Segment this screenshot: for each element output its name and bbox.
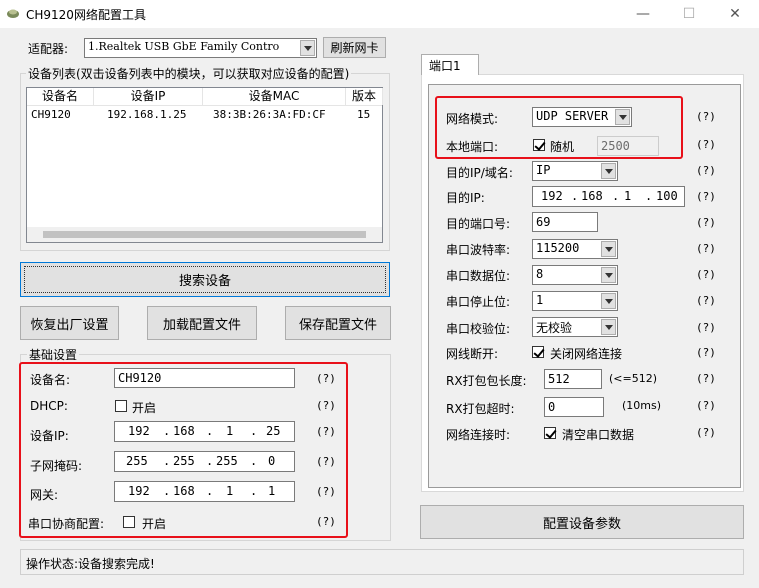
row-device-mac: 38:3B:26:3A:FD:CF <box>213 108 326 121</box>
factory-reset-button[interactable]: 恢复出厂设置 <box>20 306 119 340</box>
column-header-mac[interactable]: 设备MAC <box>203 88 346 105</box>
load-config-button[interactable]: 加载配置文件 <box>147 306 257 340</box>
dest-ip-octet-4: 100 <box>656 189 678 203</box>
row-device-version: 15 <box>357 108 371 121</box>
focus-rect <box>24 266 386 293</box>
app-window: CH9120网络配置工具 — ☐ ✕ 适配器: 1.Realtek USB Gb… <box>0 0 759 588</box>
chevron-down-icon[interactable] <box>601 241 616 257</box>
dest-type-label: 目的IP/域名: <box>446 166 513 180</box>
on-connect-option: 清空串口数据 <box>562 428 635 442</box>
rx-length-label: RX打包包长度: <box>446 374 527 388</box>
tab-port-1[interactable]: 端口1 <box>421 54 479 75</box>
adapter-value: 1.Realtek USB GbE Family Contro <box>88 40 280 53</box>
dest-port-label: 目的端口号: <box>446 217 511 231</box>
on-connect-checkbox[interactable] <box>544 427 556 439</box>
column-header-name[interactable]: 设备名 <box>27 88 94 105</box>
save-config-button[interactable]: 保存配置文件 <box>285 306 391 340</box>
row-device-name: CH9120 <box>31 108 71 121</box>
baud-rate-label: 串口波特率: <box>446 243 511 257</box>
chevron-down-icon[interactable] <box>300 40 315 56</box>
maximize-button[interactable]: ☐ <box>666 0 712 28</box>
stop-bits-label: 串口停止位: <box>446 295 511 309</box>
chevron-down-icon[interactable] <box>601 163 616 179</box>
dest-type-value: IP <box>536 163 551 177</box>
horizontal-scrollbar[interactable] <box>27 227 382 242</box>
row-device-ip: 192.168.1.25 <box>107 108 187 121</box>
dest-type-select[interactable]: IP <box>532 161 618 181</box>
dest-port-help[interactable]: (?) <box>696 216 716 229</box>
stop-bits-select[interactable]: 1 <box>532 291 618 311</box>
status-bar: 操作状态:设备搜索完成! <box>20 549 744 575</box>
device-list-table[interactable]: 设备名 设备IP 设备MAC 版本 CH9120 192.168.1.25 38… <box>26 87 383 243</box>
stop-bits-value: 1 <box>536 293 544 307</box>
data-bits-label: 串口数据位: <box>446 269 511 283</box>
rx-timeout-hint: (10ms) <box>622 399 662 412</box>
rx-length-help[interactable]: (?) <box>696 372 716 385</box>
minimize-button[interactable]: — <box>620 0 666 28</box>
column-header-ip[interactable]: 设备IP <box>94 88 203 105</box>
cable-disconnect-help[interactable]: (?) <box>696 346 716 359</box>
on-connect-label: 网络连接时: <box>446 428 511 442</box>
dest-ip-octet-1: 192 <box>541 189 563 203</box>
baud-rate-select[interactable]: 115200 <box>532 239 618 259</box>
network-mode-help[interactable]: (?) <box>696 110 716 123</box>
baud-rate-help[interactable]: (?) <box>696 242 716 255</box>
window-title: CH9120网络配置工具 <box>26 8 146 22</box>
cable-disconnect-label: 网线断开: <box>446 347 499 361</box>
cable-disconnect-checkbox[interactable] <box>532 346 544 358</box>
table-row[interactable]: CH9120 192.168.1.25 38:3B:26:3A:FD:CF 15 <box>27 106 382 124</box>
data-bits-help[interactable]: (?) <box>696 268 716 281</box>
dest-type-help[interactable]: (?) <box>696 164 716 177</box>
adapter-select[interactable]: 1.Realtek USB GbE Family Contro <box>84 38 317 58</box>
dest-ip-octet-3: 1 <box>624 189 632 203</box>
apply-params-button[interactable]: 配置设备参数 <box>420 505 744 539</box>
dest-ip-help[interactable]: (?) <box>696 190 716 203</box>
dest-ip-field[interactable]: 192 . 168 . 1 . 100 <box>532 186 685 207</box>
chevron-down-icon[interactable] <box>601 267 616 283</box>
app-logo-icon <box>7 9 19 18</box>
column-header-version[interactable]: 版本 <box>346 88 383 105</box>
search-devices-button[interactable]: 搜索设备 <box>20 262 390 297</box>
parity-help[interactable]: (?) <box>696 321 716 334</box>
highlight-box-basic <box>19 362 348 538</box>
basic-settings-title: 基础设置 <box>27 346 80 363</box>
rx-timeout-field[interactable]: 0 <box>544 397 604 417</box>
tab-port-1-label: 端口1 <box>429 59 461 73</box>
chevron-down-icon[interactable] <box>601 319 616 335</box>
parity-select[interactable]: 无校验 <box>532 317 618 337</box>
device-list-group-title: 设备列表(双击设备列表中的模块，可以获取对应设备的配置) <box>26 65 352 82</box>
on-connect-help[interactable]: (?) <box>696 426 716 439</box>
parity-label: 串口校验位: <box>446 322 511 336</box>
data-bits-value: 8 <box>536 267 544 281</box>
local-port-help[interactable]: (?) <box>696 138 716 151</box>
dest-port-field[interactable]: 69 <box>532 212 598 232</box>
dest-ip-octet-2: 168 <box>581 189 603 203</box>
rx-length-field[interactable]: 512 <box>544 369 602 389</box>
close-button[interactable]: ✕ <box>712 0 758 28</box>
refresh-adapter-button[interactable]: 刷新网卡 <box>323 37 386 58</box>
rx-timeout-help[interactable]: (?) <box>696 399 716 412</box>
parity-value: 无校验 <box>536 321 573 335</box>
title-bar: CH9120网络配置工具 — ☐ ✕ <box>0 0 759 28</box>
cable-disconnect-option: 关闭网络连接 <box>550 347 623 361</box>
adapter-label: 适配器: <box>28 42 69 56</box>
status-text: 操作状态:设备搜索完成! <box>26 557 155 571</box>
data-bits-select[interactable]: 8 <box>532 265 618 285</box>
scrollbar-thumb[interactable] <box>43 231 366 238</box>
stop-bits-help[interactable]: (?) <box>696 294 716 307</box>
rx-timeout-label: RX打包超时: <box>446 402 515 416</box>
highlight-box-port <box>435 96 683 159</box>
rx-length-hint: (<=512) <box>609 372 658 385</box>
baud-rate-value: 115200 <box>536 241 580 255</box>
dest-ip-label: 目的IP: <box>446 191 485 205</box>
chevron-down-icon[interactable] <box>601 293 616 309</box>
